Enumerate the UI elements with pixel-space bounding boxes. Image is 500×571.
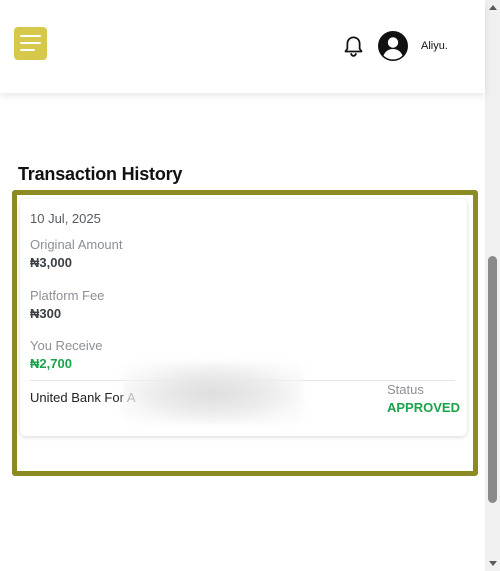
original-amount-label: Original Amount: [30, 237, 123, 252]
transaction-card[interactable]: 10 Jul, 2025 Original Amount ₦3,000 Plat…: [20, 199, 467, 436]
you-receive-label: You Receive: [30, 338, 103, 353]
hamburger-menu-icon-bar: [20, 35, 41, 37]
menu-button[interactable]: [14, 27, 47, 60]
bell-icon[interactable]: [343, 35, 364, 58]
scroll-down-arrow-icon[interactable]: [489, 561, 497, 566]
transaction-date: 10 Jul, 2025: [30, 211, 101, 226]
platform-fee-value: ₦300: [30, 306, 62, 321]
hamburger-menu-icon-bar: [20, 42, 41, 44]
scrollbar-thumb[interactable]: [488, 256, 497, 503]
user-name[interactable]: Aliyu.: [421, 40, 448, 52]
status-label: Status: [387, 382, 424, 397]
hamburger-menu-icon-bar: [20, 49, 35, 51]
vertical-scrollbar[interactable]: [485, 0, 500, 571]
status-badge: APPROVED: [387, 400, 460, 415]
redacted-account-blur: [123, 362, 303, 424]
platform-fee-label: Platform Fee: [30, 288, 105, 303]
you-receive-value: ₦2,700: [30, 356, 72, 371]
user-avatar-icon[interactable]: [378, 31, 408, 61]
scroll-up-arrow-icon[interactable]: [489, 5, 497, 10]
original-amount-value: ₦3,000: [30, 255, 72, 270]
bank-name: United Bank For A: [30, 390, 136, 405]
app-header: Aliyu.: [0, 0, 485, 93]
page-title: Transaction History: [18, 164, 183, 184]
